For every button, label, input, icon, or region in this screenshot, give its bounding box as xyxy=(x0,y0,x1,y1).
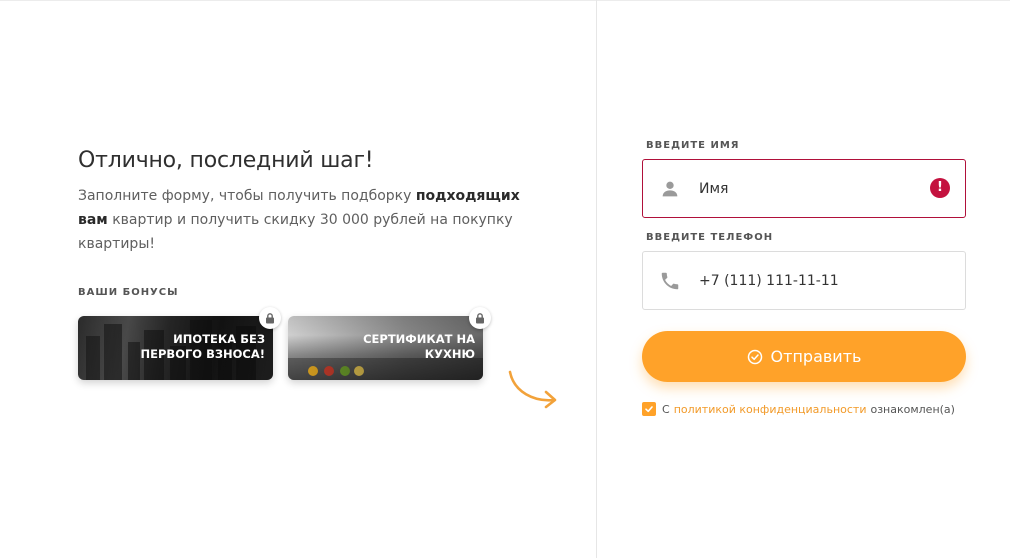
bonus-card-mortgage: ИПОТЕКА БЕЗ ПЕРВОГО ВЗНОСА! xyxy=(78,316,273,380)
page-title: Отлично, последний шаг! xyxy=(78,148,374,173)
phone-icon xyxy=(661,272,679,290)
bonus-card-kitchen: СЕРТИФИКАТ НА КУХНЮ xyxy=(288,316,483,380)
privacy-consent: С политикой конфиденциальности ознакомле… xyxy=(642,402,955,416)
error-icon: ! xyxy=(930,178,950,198)
phone-field-label: ВВЕДИТЕ ТЕЛЕФОН xyxy=(646,232,774,243)
bonus-line-2: ПЕРВОГО ВЗНОСА! xyxy=(140,347,265,361)
lock-icon xyxy=(469,307,491,329)
column-divider xyxy=(596,0,597,558)
bonuses-label: ВАШИ БОНУСЫ xyxy=(78,287,179,298)
top-border xyxy=(0,0,1010,1)
name-field: ! xyxy=(642,159,966,218)
consent-suffix: ознакомлен(а) xyxy=(870,402,955,416)
consent-prefix: С xyxy=(662,402,670,416)
desc-text-2: квартир и получить скидку 30 000 рублей … xyxy=(78,212,513,252)
submit-label: Отправить xyxy=(770,347,862,366)
name-field-label: ВВЕДИТЕ ИМЯ xyxy=(646,140,740,151)
bonus-line-1: ИПОТЕКА БЕЗ xyxy=(173,332,265,346)
phone-field xyxy=(642,251,966,310)
bonus-card-text: ИПОТЕКА БЕЗ ПЕРВОГО ВЗНОСА! xyxy=(141,332,265,362)
lock-icon xyxy=(259,307,281,329)
desc-text-1: Заполните форму, чтобы получить подборку xyxy=(78,188,416,204)
consent-checkbox[interactable] xyxy=(642,402,656,416)
privacy-policy-link[interactable]: политикой конфиденциальности xyxy=(674,403,867,416)
bonus-line-2: КУХНЮ xyxy=(424,347,475,361)
phone-input[interactable] xyxy=(699,266,919,296)
check-circle-icon xyxy=(747,349,762,364)
intro-description: Заполните форму, чтобы получить подборку… xyxy=(78,184,538,256)
submit-button[interactable]: Отправить xyxy=(642,331,966,382)
intro-section: Отлично, последний шаг! Заполните форму,… xyxy=(78,146,548,256)
checkmark-icon xyxy=(645,406,653,413)
bonus-line-1: СЕРТИФИКАТ НА xyxy=(363,332,475,346)
user-icon xyxy=(662,181,678,197)
bonus-card-text: СЕРТИФИКАТ НА КУХНЮ xyxy=(363,332,475,362)
arrow-icon xyxy=(508,370,557,409)
name-input[interactable] xyxy=(699,174,919,204)
